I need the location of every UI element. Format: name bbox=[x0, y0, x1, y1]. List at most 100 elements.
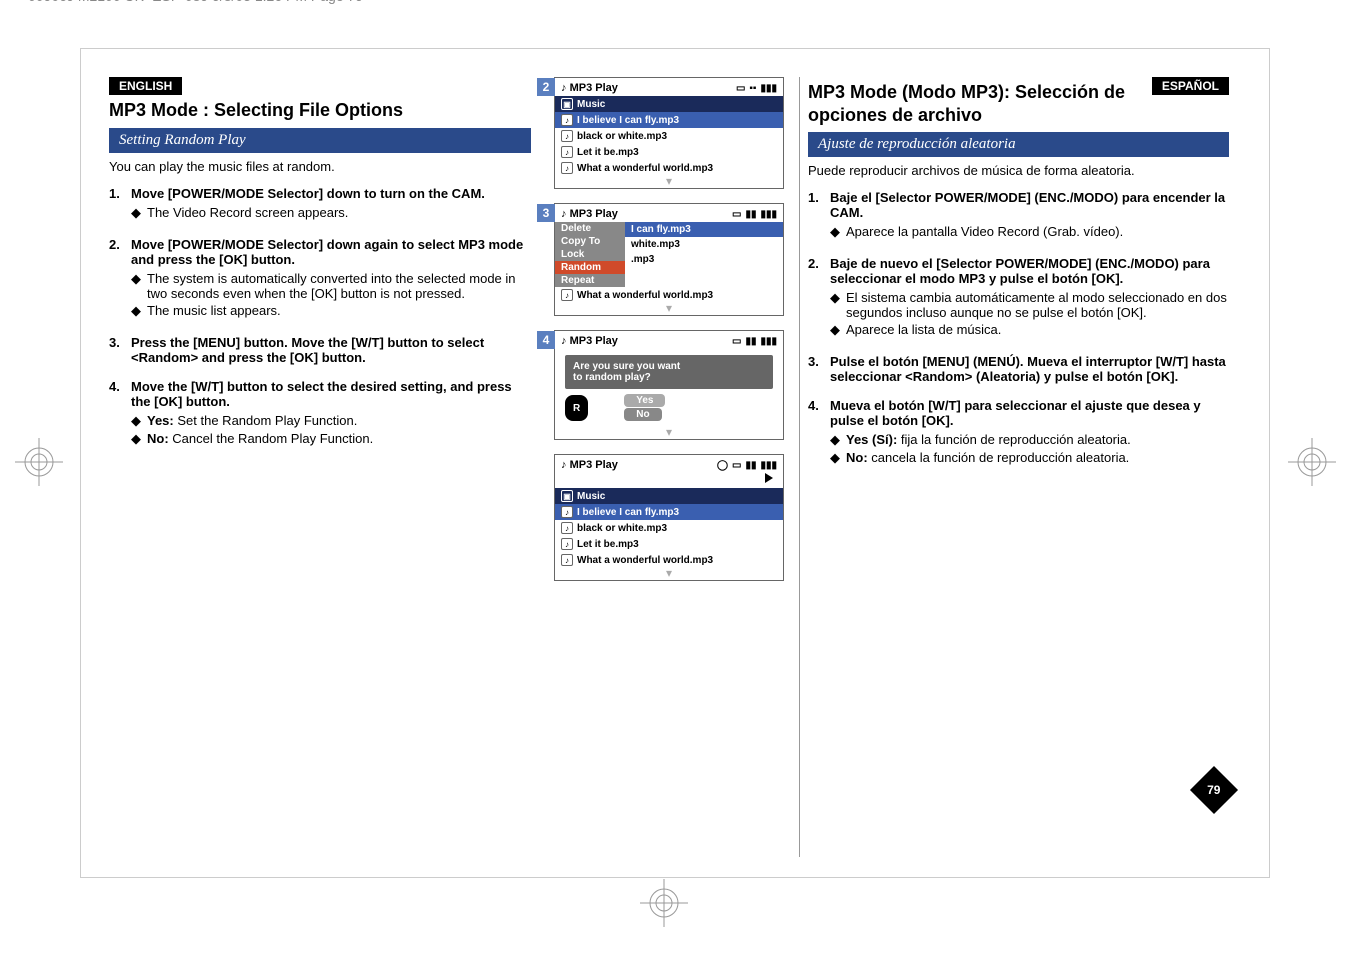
folder-label: Music bbox=[577, 99, 605, 110]
status-icons: ◯▭▮▮▮▮▮ bbox=[717, 460, 777, 471]
diamond-icon: ◆ bbox=[131, 271, 147, 301]
peek-text: I can fly.mp3 bbox=[631, 224, 691, 235]
no-button: No bbox=[624, 408, 661, 421]
left-step-2: 2. Move [POWER/MODE Selector] down again… bbox=[109, 237, 531, 321]
menu-copyto: Copy To bbox=[555, 235, 625, 248]
music-file-icon: ♪ bbox=[561, 554, 573, 566]
right-title: MP3 Mode (Modo MP3): Selección de opcion… bbox=[808, 81, 1142, 126]
context-menu: Delete Copy To Lock Random Repeat bbox=[555, 222, 625, 287]
step-num: 2. bbox=[808, 256, 830, 340]
diamond-icon: ◆ bbox=[830, 290, 846, 320]
right-step-1: 1. Baje el [Selector POWER/MODE] (ENC./M… bbox=[808, 190, 1229, 242]
music-note-icon: ♪ bbox=[561, 208, 567, 220]
left-step-1: 1. Move [POWER/MODE Selector] down to tu… bbox=[109, 186, 531, 223]
step-num: 1. bbox=[808, 190, 830, 242]
bullet-text: Yes (Sí): fija la función de reproducció… bbox=[846, 432, 1131, 448]
pause-icon: ▮▮ bbox=[745, 336, 756, 347]
music-note-icon: ♪ bbox=[561, 335, 567, 347]
diamond-icon: ◆ bbox=[830, 432, 846, 448]
music-file-icon: ♪ bbox=[561, 162, 573, 174]
file-row: What a wonderful world.mp3 bbox=[577, 163, 713, 174]
step-title: Move [POWER/MODE Selector] down again to… bbox=[131, 237, 523, 267]
lang-tag-espanol: ESPAÑOL bbox=[1152, 77, 1229, 95]
folder-icon: ▣ bbox=[561, 98, 573, 110]
file-row: Let it be.mp3 bbox=[577, 539, 639, 550]
bullet-text: El sistema cambia automáticamente al mod… bbox=[846, 290, 1229, 320]
step-title: Press the [MENU] button. Move the [W/T] … bbox=[131, 335, 484, 365]
folder-icon: ▣ bbox=[561, 490, 573, 502]
pause-icon: ▮▮ bbox=[745, 209, 756, 220]
file-row: What a wonderful world.mp3 bbox=[577, 290, 713, 301]
bullet-text: Aparece la lista de música. bbox=[846, 322, 1001, 338]
bullet-text: The Video Record screen appears. bbox=[147, 205, 348, 221]
card-icon: ▭ bbox=[732, 460, 741, 471]
diamond-icon: ◆ bbox=[830, 450, 846, 466]
music-file-icon: ♪ bbox=[561, 522, 573, 534]
card-icon: ▭ bbox=[732, 209, 741, 220]
left-intro: You can play the music files at random. bbox=[109, 159, 531, 174]
screen-badge: 2 bbox=[537, 78, 555, 96]
music-file-icon: ♪ bbox=[561, 146, 573, 158]
lang-tag-english: ENGLISH bbox=[109, 77, 182, 95]
file-row: black or white.mp3 bbox=[577, 131, 667, 142]
left-column: ENGLISH MP3 Mode : Selecting File Option… bbox=[109, 77, 539, 857]
bullet-text: The music list appears. bbox=[147, 303, 281, 319]
right-step-2: 2. Baje de nuevo el [Selector POWER/MODE… bbox=[808, 256, 1229, 340]
music-file-icon: ♪ bbox=[561, 114, 573, 126]
yes-button: Yes bbox=[624, 394, 665, 407]
bullet-text: No: cancela la función de reproducción a… bbox=[846, 450, 1129, 466]
right-steps: 1. Baje el [Selector POWER/MODE] (ENC./M… bbox=[808, 190, 1229, 468]
peek-text: white.mp3 bbox=[631, 239, 680, 250]
step-num: 3. bbox=[109, 335, 131, 365]
scroll-down-icon: ▾ bbox=[555, 566, 783, 580]
right-step-3: 3. Pulse el botón [MENU] (MENÚ). Mueva e… bbox=[808, 354, 1229, 384]
battery-icon: ▮▮▮ bbox=[760, 336, 777, 347]
screen-title: MP3 Play bbox=[570, 82, 618, 94]
screen-title: MP3 Play bbox=[570, 208, 618, 220]
play-indicator bbox=[555, 473, 783, 488]
random-pill: R bbox=[565, 395, 588, 421]
device-screen-4: 4 ♪ MP3 Play ▭▮▮▮▮▮ Are you sure you wan… bbox=[554, 330, 784, 440]
music-file-icon: ♪ bbox=[561, 506, 573, 518]
diamond-icon: ◆ bbox=[131, 303, 147, 319]
device-screen-5: ♪ MP3 Play ◯▭▮▮▮▮▮ ▣Music ♪I believe I c… bbox=[554, 454, 784, 581]
dialog-text: to random play? bbox=[573, 372, 765, 383]
crop-mark-bottom-icon bbox=[640, 879, 688, 927]
battery-icon: ▮▮▮ bbox=[760, 83, 777, 94]
status-icons: ▭ ▪▪ ▮▮▮ bbox=[736, 83, 777, 94]
device-screen-2: 2 ♪ MP3 Play ▭▪▪▮▮▮ ▣Music ♪I believe I … bbox=[554, 77, 784, 189]
scroll-down-icon: ▾ bbox=[555, 174, 783, 188]
device-screens-column: 2 ♪ MP3 Play ▭ ▪▪ ▮▮▮ ▣ Music ♪ I believe I … bbox=[539, 77, 799, 857]
step-title: Move the [W/T] button to select the desi… bbox=[131, 379, 512, 409]
battery-icon: ▮▮▮ bbox=[760, 460, 777, 471]
left-steps: 1. Move [POWER/MODE Selector] down to tu… bbox=[109, 186, 531, 449]
card-icon: ▭ bbox=[736, 83, 745, 94]
screen-title: MP3 Play bbox=[570, 459, 618, 471]
play-icon bbox=[765, 473, 773, 483]
left-subhead: Setting Random Play bbox=[109, 128, 531, 153]
menu-repeat: Repeat bbox=[555, 274, 625, 287]
file-row: I believe I can fly.mp3 bbox=[577, 115, 679, 126]
diamond-icon: ◆ bbox=[131, 413, 147, 429]
right-column: MP3 Mode (Modo MP3): Selección de opcion… bbox=[799, 77, 1229, 857]
battery-icon: ▮▮▮ bbox=[760, 209, 777, 220]
screen-title: MP3 Play bbox=[570, 335, 618, 347]
music-note-icon: ♪ bbox=[561, 459, 567, 471]
diamond-icon: ◆ bbox=[830, 322, 846, 338]
step-title: Baje el [Selector POWER/MODE] (ENC./MODO… bbox=[830, 190, 1225, 220]
step-title: Move [POWER/MODE Selector] down to turn … bbox=[131, 186, 485, 201]
diamond-icon: ◆ bbox=[830, 224, 846, 240]
step-title: Mueva el botón [W/T] para seleccionar el… bbox=[830, 398, 1201, 428]
pause-icon: ▮▮ bbox=[745, 460, 756, 471]
left-step-3: 3. Press the [MENU] button. Move the [W/… bbox=[109, 335, 531, 365]
peek-text: .mp3 bbox=[631, 254, 654, 265]
device-screen-3: 3 ♪ MP3 Play ▭▮▮▮▮▮ Delete Copy To Lock … bbox=[554, 203, 784, 316]
stop-icon: ▪▪ bbox=[749, 83, 756, 94]
file-row: black or white.mp3 bbox=[577, 523, 667, 534]
print-header-line: 00906J M2100 UK+ESP-089 9/8/05 1:26 PM P… bbox=[28, 0, 1351, 4]
file-row: Let it be.mp3 bbox=[577, 147, 639, 158]
right-step-4: 4. Mueva el botón [W/T] para seleccionar… bbox=[808, 398, 1229, 468]
file-row: What a wonderful world.mp3 bbox=[577, 555, 713, 566]
page-frame: ENGLISH MP3 Mode : Selecting File Option… bbox=[80, 48, 1270, 878]
crop-mark-left-icon bbox=[15, 438, 63, 486]
